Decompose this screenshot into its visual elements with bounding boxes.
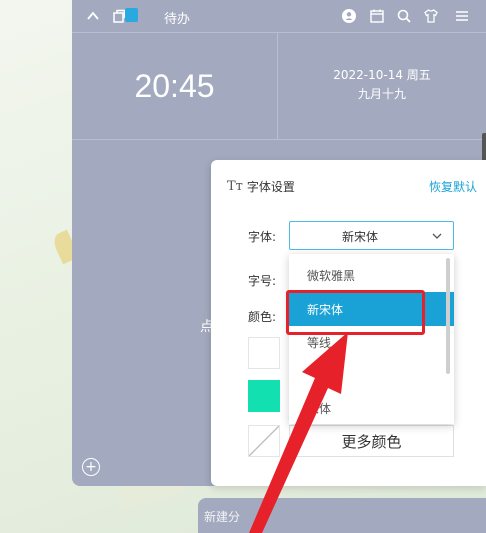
date-gregorian: 2022-10-14 周五 bbox=[333, 68, 431, 82]
new-category-text: 新建分 bbox=[204, 510, 241, 524]
todo-tab-label[interactable]: 待办 bbox=[164, 8, 190, 27]
color-swatch-white[interactable] bbox=[248, 337, 280, 369]
font-option[interactable]: 微软雅黑 bbox=[289, 257, 454, 293]
widget-toolbar: 待办 bbox=[72, 0, 486, 32]
panel-title: Tт 字体设置 bbox=[227, 178, 295, 195]
chevron-down-icon bbox=[432, 233, 442, 239]
todo-check-icon[interactable] bbox=[125, 8, 138, 22]
font-label: 字体: bbox=[248, 230, 277, 244]
user-icon[interactable] bbox=[340, 7, 358, 25]
shirt-icon[interactable] bbox=[422, 7, 440, 25]
add-icon[interactable]: + bbox=[82, 458, 100, 476]
calendar-icon[interactable] bbox=[368, 7, 386, 25]
menu-icon[interactable] bbox=[453, 7, 471, 25]
clock-time: 20:45 bbox=[134, 67, 215, 104]
font-select-value: 新宋体 bbox=[341, 230, 378, 244]
font-option[interactable]: 宋体 bbox=[289, 390, 454, 424]
color-swatch-none[interactable] bbox=[248, 425, 280, 457]
chevron-up-icon[interactable] bbox=[84, 7, 102, 25]
divider bbox=[72, 139, 486, 140]
dropdown-scrollbar[interactable] bbox=[446, 258, 450, 374]
search-icon[interactable] bbox=[395, 7, 413, 25]
new-category-bar[interactable]: 新建分 bbox=[198, 498, 486, 533]
date-display: 2022-10-14 周五 九月十九 bbox=[278, 66, 486, 104]
font-size-label: 字号: bbox=[248, 274, 277, 288]
annotation-highlight-box bbox=[286, 290, 425, 335]
panel-title-text: 字体设置 bbox=[246, 180, 295, 194]
font-select[interactable]: 新宋体 bbox=[289, 221, 454, 250]
font-dropdown-list[interactable]: 微软雅黑 新宋体 等线 宋体 bbox=[289, 254, 454, 424]
color-swatch-teal[interactable] bbox=[248, 380, 280, 412]
reset-default-button[interactable]: 恢复默认 bbox=[429, 178, 477, 195]
color-label: 颜色: bbox=[248, 310, 277, 324]
font-size-icon: Tт bbox=[227, 179, 243, 194]
more-colors-button[interactable]: 更多颜色 bbox=[289, 425, 454, 457]
date-lunar: 九月十九 bbox=[357, 87, 406, 101]
